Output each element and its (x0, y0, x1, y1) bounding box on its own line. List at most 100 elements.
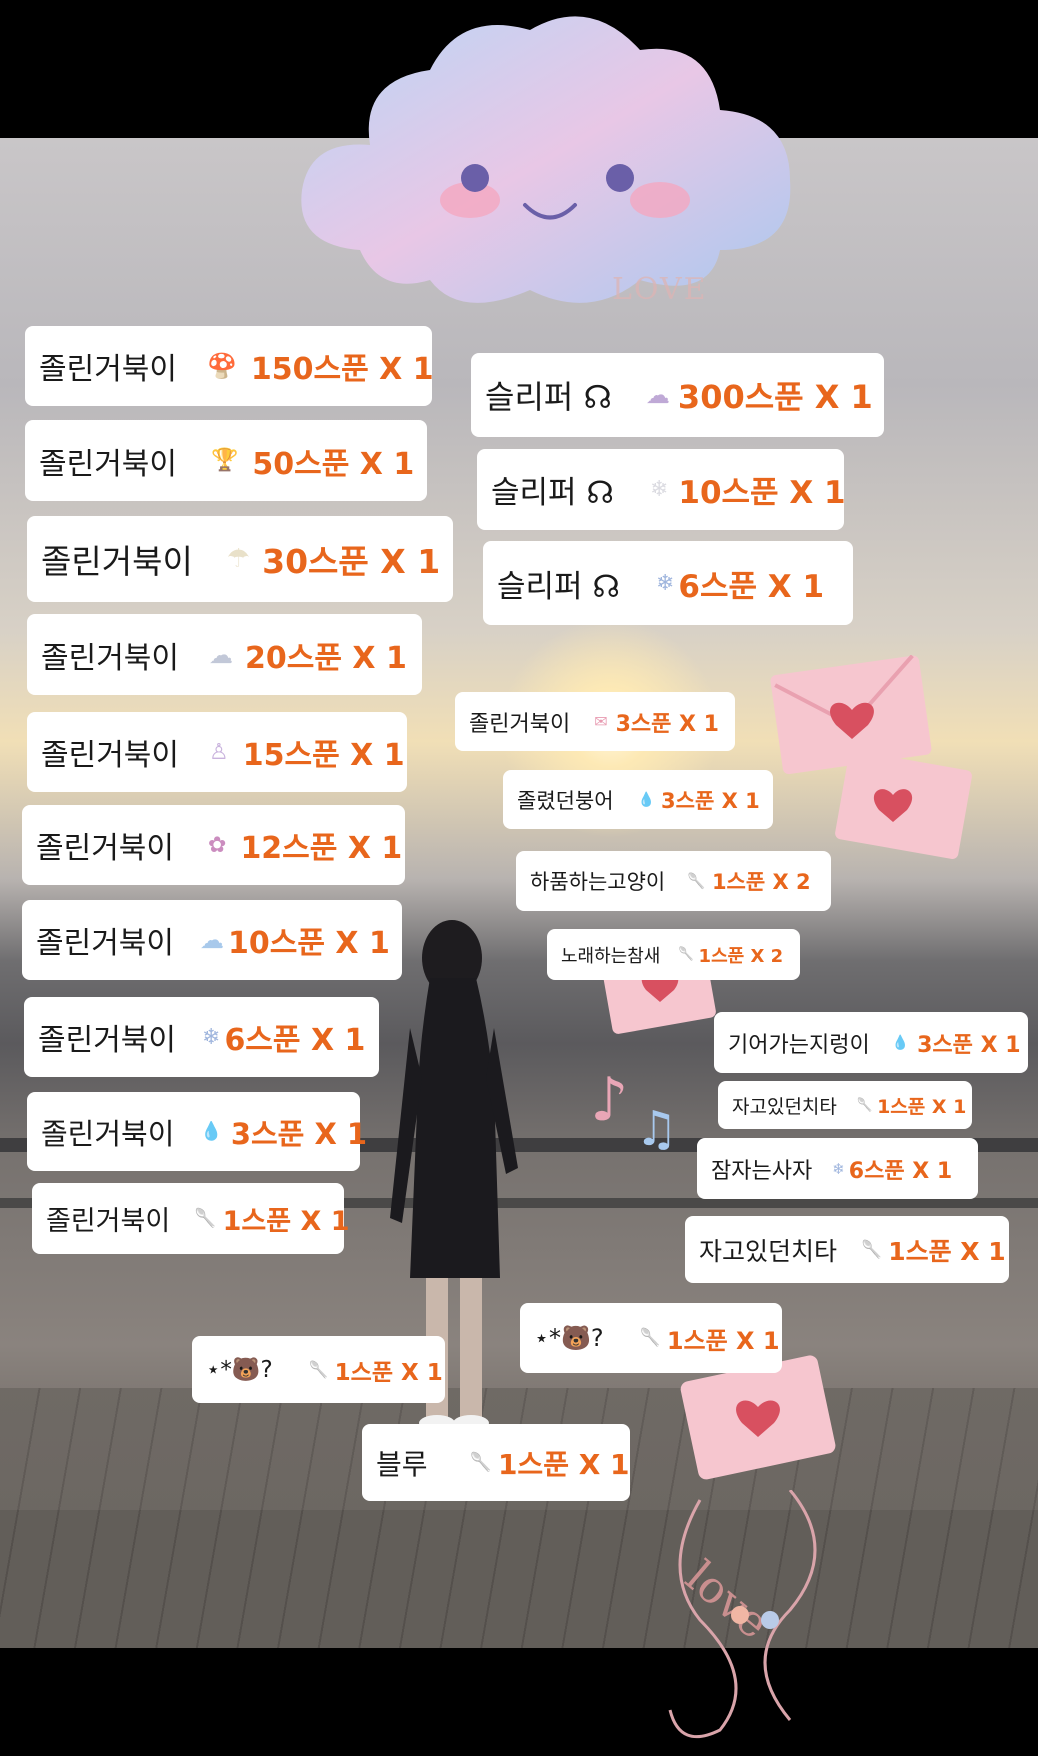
gift-amount: 1스푼 X 2 (711, 870, 811, 894)
gift-sender-name: 졸린거북이 (41, 738, 179, 773)
envelope-heart-sticker (835, 750, 972, 859)
cloud-rain-icon: ☁ (645, 381, 670, 409)
gift-amount: 1스푼 X 1 (877, 1095, 967, 1118)
gift-amount: 300스푼 X 1 (677, 378, 873, 416)
gift-amount: 12스푼 X 1 (240, 831, 403, 866)
gift-sender-name: 자고있던치타 (732, 1095, 837, 1118)
gift-tag: 졸린거북이 💧 3스푼 X 1 (27, 1092, 367, 1171)
gift-tag: 잠자는사자 ❄ 6스푼 X 1 (697, 1138, 978, 1199)
gift-tag: ⋆*🐻? 🥄 1스푼 X 1 (520, 1303, 782, 1373)
mushroom-icon: 🍄 (207, 352, 237, 380)
gift-tag: 졸린거북이 ☂ 30스푼 X 1 (27, 516, 453, 602)
gift-amount: 30스푼 X 1 (262, 542, 441, 581)
earphones-love-sticker: love (668, 1490, 817, 1739)
spoon-icon: 🥄 (639, 1328, 661, 1348)
gift-tag: 자고있던치타 🥄 1스푼 X 1 (718, 1081, 972, 1129)
gift-amount: 6스푼 X 1 (848, 1158, 953, 1184)
cloud-rain-icon: ☁ (209, 640, 233, 669)
gift-amount: 6스푼 X 1 (224, 1023, 366, 1058)
gift-sender-name: 노래하는참새 (561, 945, 661, 967)
music-notes-sticker: ♪ ♫ (590, 1065, 678, 1157)
jellyfish-icon: ☂ (226, 544, 251, 574)
gift-sender-name: 졸린거북이 (36, 926, 174, 961)
gift-tag: 졸린거북이 ☁ 20스푼 X 1 (27, 614, 422, 695)
gift-tag: 졸렸던붕어 💧 3스푼 X 1 (503, 770, 773, 829)
gift-sender-name: 졸린거북이 (469, 711, 571, 737)
love-watermark-text: LOVE (612, 272, 708, 307)
gift-tag: 자고있던치타 🥄 1스푼 X 1 (685, 1216, 1009, 1283)
spoon-icon: 🥄 (308, 1360, 329, 1379)
gift-tag: 슬리퍼 ☊ ☁ 300스푼 X 1 (471, 353, 884, 437)
unicorn-icon: ♙ (209, 739, 229, 765)
gift-sender-name: 졸린거북이 (41, 640, 179, 676)
gift-sender-name: 졸렸던붕어 (517, 788, 614, 813)
gift-sender-name: 슬리퍼 ☊ (485, 378, 612, 416)
rainbow-icon: ☁ (200, 926, 224, 954)
spoon-icon: 🥄 (861, 1239, 883, 1260)
gift-sender-name: 블루 (376, 1447, 428, 1481)
spoon-icon: 🥄 (469, 1452, 492, 1473)
gift-tag: 졸린거북이 ♙ 15스푼 X 1 (27, 712, 407, 792)
gift-amount: 10스푼 X 1 (678, 475, 846, 511)
gift-sender-name: 졸린거북이 (38, 1023, 176, 1058)
letter-icon: ✉ (594, 712, 608, 731)
gift-amount: 150스푼 X 1 (250, 352, 434, 387)
gift-sender-name: 졸린거북이 (46, 1206, 171, 1237)
gift-sender-name: ⋆*🐻? (534, 1324, 604, 1352)
gift-sender-name: 졸린거북이 (39, 446, 177, 482)
gift-tag: 졸린거북이 ☁ 10스푼 X 1 (22, 900, 402, 980)
gift-amount: 1스푼 X 1 (222, 1206, 350, 1237)
svg-text:love: love (676, 1551, 779, 1649)
spoon-icon: 🥄 (856, 1097, 874, 1113)
bubbles-icon: ❄ (832, 1159, 845, 1178)
gift-tag: 졸린거북이 ❄ 6스푼 X 1 (24, 997, 379, 1077)
gift-tag: 슬리퍼 ☊ ❄ 6스푼 X 1 (483, 541, 853, 625)
gift-tag: 졸린거북이 🏆 50스푼 X 1 (25, 420, 427, 501)
gift-sender-name: 자고있던치타 (699, 1236, 838, 1266)
gift-amount: 1스푼 X 1 (497, 1447, 630, 1481)
gift-amount: 3스푼 X 1 (917, 1032, 1021, 1058)
gift-amount: 3스푼 X 1 (615, 711, 719, 737)
gift-tag: 졸린거북이 ✿ 12스푼 X 1 (22, 805, 405, 885)
gift-tag: 졸린거북이 ✉ 3스푼 X 1 (455, 692, 735, 751)
gift-amount: 15스푼 X 1 (242, 738, 405, 773)
gift-amount: 1스푼 X 1 (334, 1359, 443, 1386)
flower-icon: ✿ (208, 832, 227, 858)
gift-amount: 3스푼 X 1 (230, 1116, 368, 1151)
spoon-icon: 🥄 (687, 872, 706, 890)
spoon-icon: 🥄 (194, 1208, 217, 1229)
gift-tag: 졸린거북이 🍄 150스푼 X 1 (25, 326, 434, 406)
gift-amount: 1스푼 X 1 (666, 1326, 780, 1355)
gift-sender-name: 슬리퍼 ☊ (497, 568, 620, 605)
trophy-icon: 🏆 (211, 448, 239, 473)
cloud-face-sticker (301, 16, 791, 303)
gift-tag: ⋆*🐻? 🥄 1스푼 X 1 (192, 1336, 445, 1403)
bubbles-icon: ❄ (202, 1024, 221, 1050)
gift-amount: 1스푼 X 1 (888, 1236, 1006, 1266)
gift-sender-name: 슬리퍼 ☊ (491, 475, 614, 511)
gift-sender-name: 잠자는사자 (711, 1158, 813, 1184)
gift-tag: 하품하는고양이 🥄 1스푼 X 2 (516, 851, 831, 911)
gift-amount: 3스푼 X 1 (661, 788, 760, 813)
gift-sender-name: ⋆*🐻? (206, 1357, 273, 1383)
gift-amount: 6스푼 X 1 (678, 568, 825, 605)
svg-text:♫: ♫ (635, 1101, 678, 1157)
gift-sender-name: 기어가는지렁이 (728, 1032, 870, 1058)
gift-tag: 졸린거북이 🥄 1스푼 X 1 (32, 1183, 350, 1254)
svg-text:♪: ♪ (590, 1065, 628, 1135)
gift-sender-name: 졸린거북이 (39, 352, 177, 387)
gift-amount: 1스푼 X 2 (698, 945, 784, 967)
envelope-heart-sticker (680, 1355, 836, 1480)
gift-tag: 슬리퍼 ☊ ❄ 10스푼 X 1 (477, 449, 846, 530)
water-drop-icon: 💧 (200, 1121, 223, 1142)
gift-amount: 50스푼 X 1 (252, 446, 415, 482)
snowflake-icon: ❄ (649, 477, 669, 502)
gift-amount: 10스푼 X 1 (228, 926, 390, 961)
gift-tag: 노래하는참새 🥄 1스푼 X 2 (547, 929, 800, 980)
gift-sender-name: 하품하는고양이 (530, 870, 666, 894)
water-drop-icon: 💧 (891, 1034, 910, 1051)
gift-sender-name: 졸린거북이 (41, 1116, 175, 1151)
gift-sender-name: 졸린거북이 (41, 542, 193, 581)
bubbles-icon: ❄ (655, 570, 675, 596)
gift-amount: 20스푼 X 1 (245, 640, 407, 676)
